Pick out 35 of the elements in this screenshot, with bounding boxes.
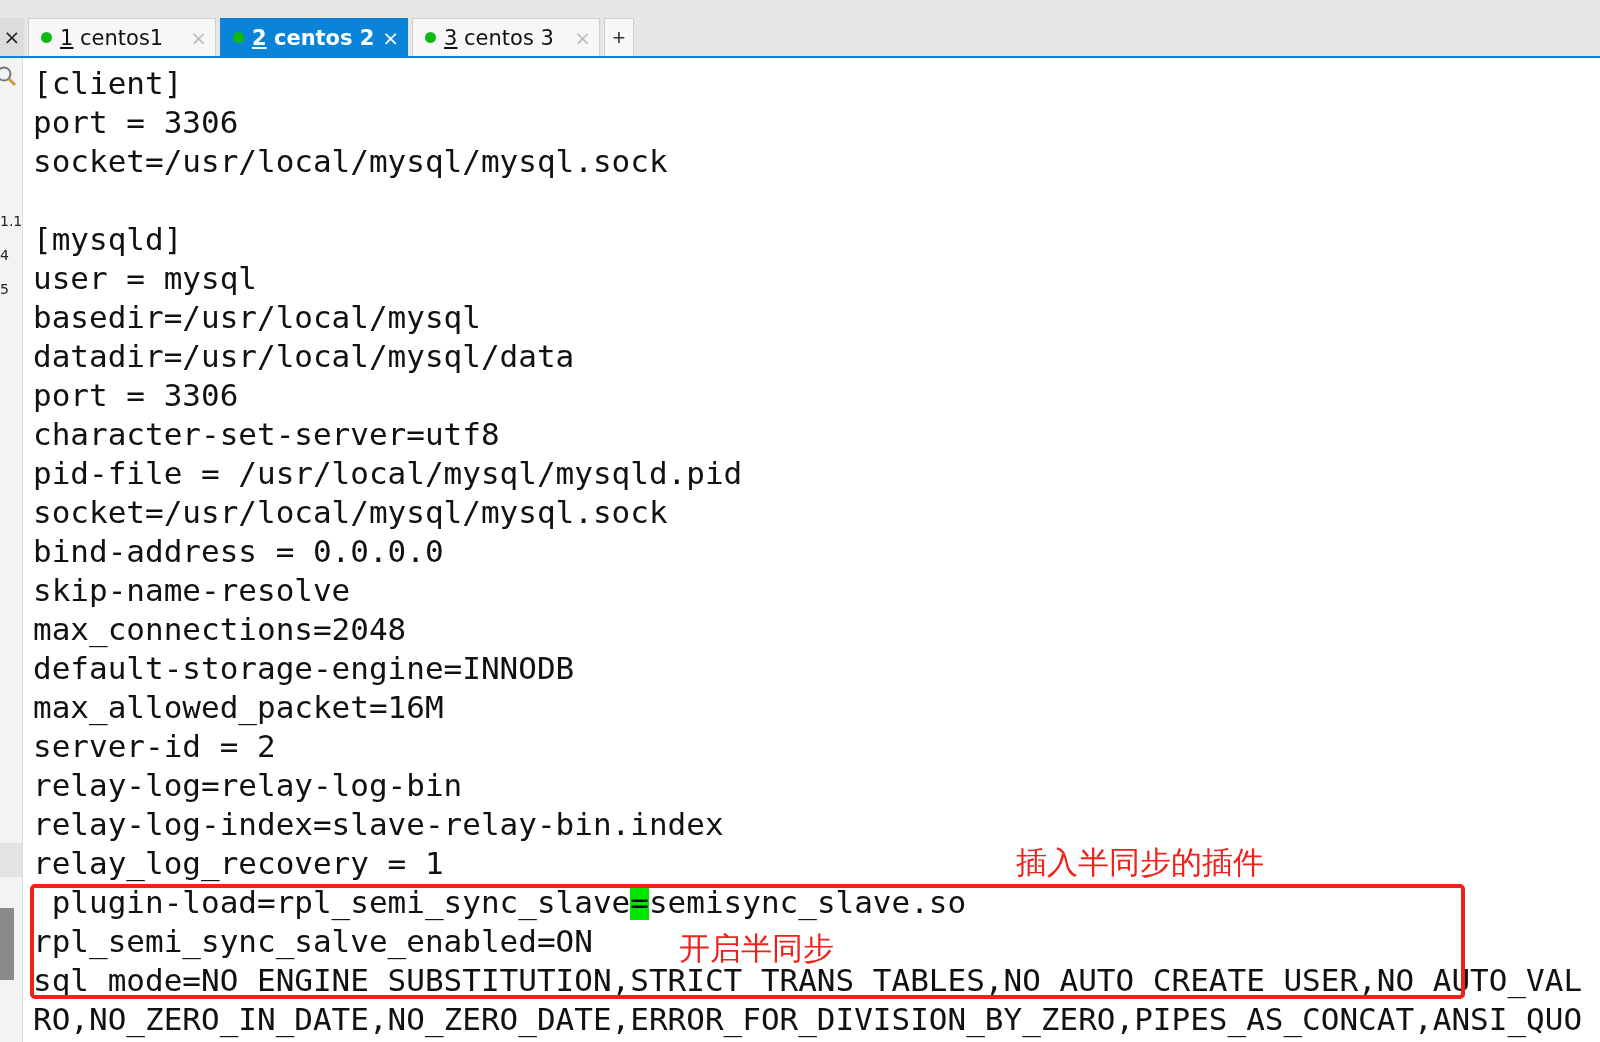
code-line: max_connections=2048 — [33, 611, 407, 647]
code-line: user = mysql — [33, 260, 257, 296]
code-line: server-id = 2 — [33, 728, 276, 764]
search-icon[interactable] — [0, 64, 16, 88]
code-line: port = 3306 — [33, 104, 239, 140]
code-line: plugin-load=rpl_semi_sync_slave=semisync_slave.so — [50, 884, 967, 920]
gutter-label: 5 — [0, 280, 10, 299]
code-line: [client] — [33, 65, 183, 101]
annotation-text: 插入半同步的插件 — [1016, 844, 1264, 880]
code-line: character-set-server=utf8 — [33, 416, 500, 452]
tab[interactable]: 3 centos 3 × — [412, 18, 600, 56]
code-line: port = 3306 — [33, 377, 239, 413]
add-tab-button[interactable]: + — [604, 18, 634, 56]
gutter-label: 1.1 — [0, 212, 22, 231]
code-line: basedir=/usr/local/mysql — [33, 299, 481, 335]
annotation-text: 开启半同步 — [679, 930, 834, 966]
code-line: relay_log_recovery = 1 — [33, 845, 444, 881]
close-button[interactable]: × — [0, 18, 24, 56]
code-line: socket=/usr/local/mysql/mysql.sock — [33, 494, 668, 530]
tab[interactable]: 2 centos 2 × — [220, 18, 408, 56]
scrollbar-thumb[interactable] — [0, 908, 14, 980]
code-line: socket=/usr/local/mysql/mysql.sock — [33, 143, 668, 179]
code-line: relay-log-index=slave-relay-bin.index — [33, 806, 724, 842]
code-line: relay-log=relay-log-bin — [33, 767, 463, 803]
code-line: max_allowed_packet=16M — [33, 689, 444, 725]
code-line: default-storage-engine=INNODB — [33, 650, 575, 686]
code-line: [mysqld] — [33, 221, 183, 257]
tab[interactable]: 1 centos1 × — [28, 18, 216, 56]
code-line: rpl_semi_sync_salve_enabled=ON — [33, 923, 593, 959]
gutter-label: 4 — [0, 246, 10, 265]
code-line: datadir=/usr/local/mysql/data — [33, 338, 575, 374]
code-line: bind-address = 0.0.0.0 — [33, 533, 444, 569]
code-line: RO,NO_ZERO_IN_DATE,NO_ZERO_DATE,ERROR_FOR_DIVISION_BY_ZERO,PIPES_AS_CONCAT,ANSI_QUO — [33, 1001, 1583, 1037]
code-line: skip-name-resolve — [33, 572, 351, 608]
code-line: pid-file = /usr/local/mysql/mysqld.pid — [33, 455, 743, 491]
